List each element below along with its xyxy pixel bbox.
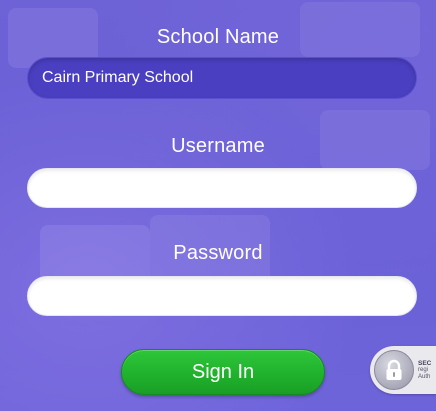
password-input[interactable] (27, 276, 417, 316)
username-input[interactable] (27, 168, 417, 208)
school-name-field[interactable]: Cairn Primary School (27, 57, 417, 99)
lock-icon (374, 350, 414, 390)
secure-badge-text: SEC regi Auth (418, 360, 431, 381)
badge-line-3: Auth (418, 373, 431, 380)
school-name-value: Cairn Primary School (42, 69, 194, 86)
username-label: Username (171, 135, 265, 157)
secure-badge[interactable]: SEC regi Auth (370, 346, 436, 394)
school-name-label: School Name (156, 26, 280, 48)
sign-in-button[interactable]: Sign In (121, 349, 325, 395)
badge-line-1: SEC (418, 359, 432, 367)
badge-line-2: regi (418, 366, 429, 373)
password-label: Password (173, 242, 263, 264)
